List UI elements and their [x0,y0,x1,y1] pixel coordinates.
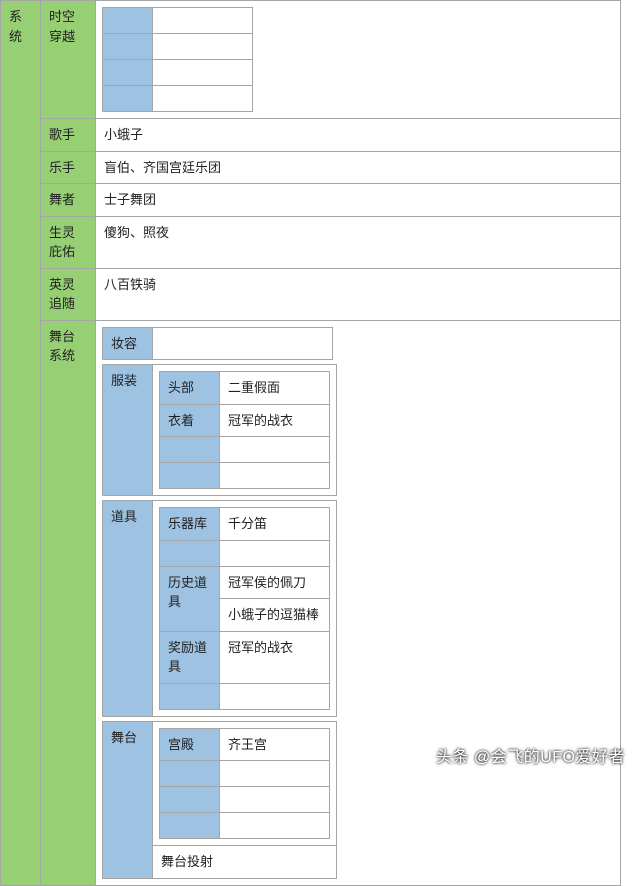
stage-table: 舞台 宫殿 齐王宫 [102,721,337,879]
blue-cell [103,8,153,34]
empty-cell [220,787,330,813]
row-dancer-label: 舞者 [41,184,96,217]
empty-cell [220,813,330,839]
row-stage-system-label: 舞台系统 [41,320,96,885]
makeup-value [153,327,333,360]
blue-cell [160,683,220,709]
makeup-table: 妆容 [102,327,333,361]
empty-cell [220,761,330,787]
main-table: 系统 时空穿越 歌手 小蛾子 乐手 盲伯、齐国宫廷乐团 舞者 士子舞团 生灵庇佑… [0,0,621,886]
stage-projection: 舞台投射 [153,846,337,879]
costume-clothes-label: 衣着 [160,404,220,437]
row-singer-value: 小蛾子 [96,119,621,152]
blue-cell [160,813,220,839]
row-musician-label: 乐手 [41,151,96,184]
props-reward-label: 奖励道具 [160,631,220,683]
row-singer-label: 歌手 [41,119,96,152]
props-history-value1: 冠军侯的佩刀 [220,566,330,599]
time-travel-table [102,7,253,112]
costume-head-value: 二重假面 [220,372,330,405]
stage-label: 舞台 [103,721,153,878]
costume-head-label: 头部 [160,372,220,405]
empty-cell [220,540,330,566]
root-header: 系统 [1,1,41,886]
blue-cell [103,60,153,86]
empty-cell [153,8,253,34]
row-time-travel-label: 时空穿越 [41,1,96,119]
blue-cell [103,86,153,112]
blue-cell [160,761,220,787]
row-hero-label: 英灵追随 [41,268,96,320]
row-hero-value: 八百铁骑 [96,268,621,320]
empty-cell [220,463,330,489]
props-table: 道具 乐器库 千分笛 历史道具 [102,500,337,717]
empty-cell [220,683,330,709]
empty-cell [220,437,330,463]
makeup-label: 妆容 [103,327,153,360]
props-nested: 乐器库 千分笛 历史道具 冠军侯的佩刀 [153,501,337,717]
blue-cell [160,787,220,813]
costume-nested: 头部 二重假面 衣着 冠军的战衣 [153,365,337,496]
props-label: 道具 [103,501,153,717]
blue-cell [160,463,220,489]
props-instruments-label: 乐器库 [160,508,220,541]
costume-label: 服装 [103,365,153,496]
row-spirit-label: 生灵庇佑 [41,216,96,268]
stage-palace-label: 宫殿 [160,728,220,761]
empty-cell [153,86,253,112]
props-history-label: 历史道具 [160,566,220,631]
row-dancer-value: 士子舞团 [96,184,621,217]
blue-cell [103,34,153,60]
row-spirit-value: 傻狗、照夜 [96,216,621,268]
empty-cell [153,34,253,60]
row-musician-value: 盲伯、齐国宫廷乐团 [96,151,621,184]
costume-clothes-value: 冠军的战衣 [220,404,330,437]
row-stage-system-value: 妆容 服装 头部 二重假面 衣着 [96,320,621,885]
props-instruments-value: 千分笛 [220,508,330,541]
row-time-travel-value [96,1,621,119]
blue-cell [160,540,220,566]
props-reward-value: 冠军的战衣 [220,631,330,683]
stage-palace-value: 齐王宫 [220,728,330,761]
costume-table: 服装 头部 二重假面 衣着 冠军的战衣 [102,364,337,496]
blue-cell [160,437,220,463]
props-inner-table: 乐器库 千分笛 历史道具 冠军侯的佩刀 [159,507,330,710]
props-history-value2: 小蛾子的逗猫棒 [220,599,330,632]
empty-cell [153,60,253,86]
costume-inner-table: 头部 二重假面 衣着 冠军的战衣 [159,371,330,489]
stage-inner-table: 宫殿 齐王宫 [159,728,330,840]
stage-nested: 宫殿 齐王宫 [153,721,337,846]
